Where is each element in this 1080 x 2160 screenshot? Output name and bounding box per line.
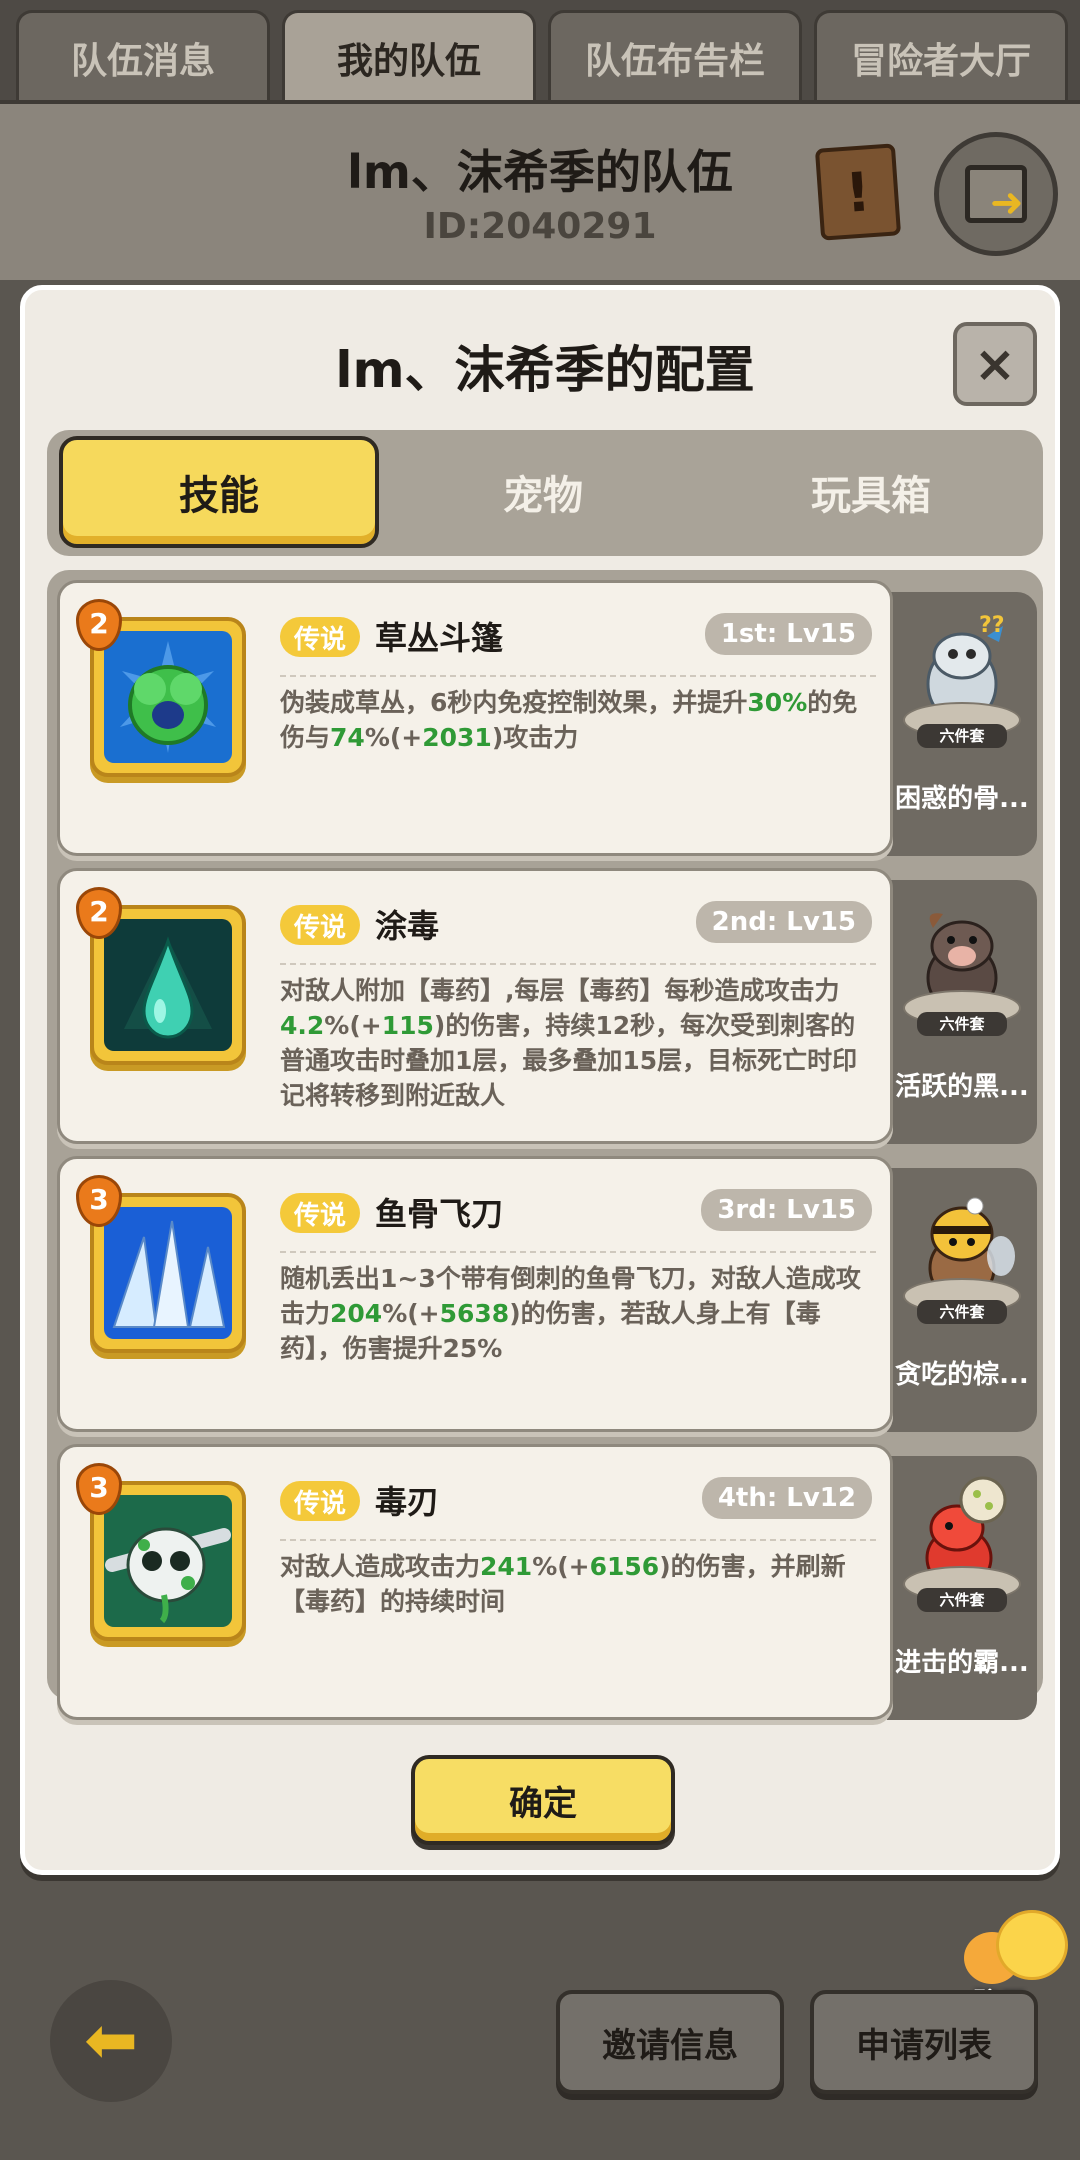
pet-card[interactable]: 六件套 进击的霸... xyxy=(887,1456,1037,1720)
segment-control: 技能 宠物 玩具箱 xyxy=(47,430,1043,556)
modal-title: lm、沫希季的配置 xyxy=(335,341,755,399)
skill-rank-badge: 3 xyxy=(76,1175,122,1227)
skill-bush-icon xyxy=(104,631,232,763)
pet-set-label: 六件套 xyxy=(917,1300,1007,1324)
skill-rank-badge: 2 xyxy=(76,887,122,939)
skill-card[interactable]: 3 传说 毒刃 4th: Lv12 对敌人造成攻击力241%(+6156)的伤害… xyxy=(57,1444,893,1720)
exit-button[interactable] xyxy=(934,132,1058,256)
tab-team-messages[interactable]: 队伍消息 xyxy=(16,10,270,102)
team-id: ID:2040291 xyxy=(423,206,657,247)
skill-name: 鱼骨飞刀 xyxy=(375,1195,504,1233)
rarity-tag: 传说 xyxy=(280,1481,361,1521)
notice-scroll-icon[interactable]: ! xyxy=(814,143,902,241)
skill-card[interactable]: 2 传说 涂毒 2nd: Lv15 对敌人附加【毒药】,每层【毒药】每秒造成攻击… xyxy=(57,868,893,1144)
segment-pets[interactable]: 宠物 xyxy=(383,436,703,548)
skill-rank-badge: 3 xyxy=(76,1463,122,1515)
exit-icon xyxy=(965,165,1027,226)
skill-row: 六件套 贪吃的棕... 3 传说 鱼骨飞刀 3rd: Lv15 随机丢出1~3个… xyxy=(57,1156,1037,1432)
skill-poison-skull-icon xyxy=(104,1495,232,1627)
back-button[interactable]: ⬅ xyxy=(50,1980,172,2102)
skill-slot-level: 3rd: Lv15 xyxy=(701,1189,872,1231)
divider xyxy=(280,1251,876,1253)
tab-team-bulletin[interactable]: 队伍布告栏 xyxy=(548,10,802,102)
skill-poison-drop-icon xyxy=(104,919,232,1051)
skill-card[interactable]: 2 传说 草丛斗篷 1st: Lv15 伪装成草丛，6秒内免疫控制效果，并提升3… xyxy=(57,580,893,856)
top-tab-bar: 队伍消息 我的队伍 队伍布告栏 冒险者大厅 xyxy=(0,0,1080,102)
skill-rank-badge: 2 xyxy=(76,599,122,651)
divider xyxy=(280,1539,876,1541)
skill-fishbone-icon xyxy=(104,1207,232,1339)
tab-my-team[interactable]: 我的队伍 xyxy=(282,10,536,102)
svg-text:??: ?? xyxy=(979,613,1005,638)
skill-description: 对敌人造成攻击力241%(+6156)的伤害，并刷新【毒药】的持续时间 xyxy=(280,1552,846,1616)
skill-card[interactable]: 3 传说 鱼骨飞刀 3rd: Lv15 随机丢出1~3个带有倒刺的鱼骨飞刀，对敌… xyxy=(57,1156,893,1432)
pet-name: 贪吃的棕... xyxy=(895,1360,1029,1390)
team-name: lm、沫希季的队伍 xyxy=(347,145,733,199)
rarity-tag: 传说 xyxy=(280,1193,361,1233)
skill-slot-level: 2nd: Lv15 xyxy=(695,901,872,943)
back-arrow-icon: ⬅ xyxy=(84,2004,138,2078)
pet-card[interactable]: 六件套 贪吃的棕... xyxy=(887,1168,1037,1432)
skill-name: 涂毒 xyxy=(375,907,440,945)
confirm-button[interactable]: 确定 xyxy=(411,1755,675,1845)
pet-set-label: 六件套 xyxy=(917,1012,1007,1036)
pet-set-label: 六件套 xyxy=(917,1588,1007,1612)
skill-list: ?? 六件套 困惑的骨... 2 传说 草丛斗篷 1st: Lv15 伪装成草丛… xyxy=(47,570,1043,1720)
pet-name: 进击的霸... xyxy=(895,1648,1029,1678)
skill-name: 毒刃 xyxy=(375,1483,440,1521)
team-header: lm、沫希季的队伍 ID:2040291 ! xyxy=(0,100,1080,280)
skill-name: 草丛斗篷 xyxy=(375,619,504,657)
apply-list-button[interactable]: 申请列表 xyxy=(810,1990,1038,2094)
skill-description: 伪装成草丛，6秒内免疫控制效果，并提升30%的免伤与74%(+2031)攻击力 xyxy=(280,688,858,752)
invite-info-button[interactable]: 邀请信息 xyxy=(556,1990,784,2094)
config-modal: lm、沫希季的配置 × 技能 宠物 玩具箱 ?? 六件套 困惑的骨... 2 传… xyxy=(20,285,1060,1875)
pet-name: 困惑的骨... xyxy=(895,784,1029,814)
rarity-tag: 传说 xyxy=(280,617,361,657)
divider xyxy=(280,675,876,677)
divider xyxy=(280,963,876,965)
skill-description: 随机丢出1~3个带有倒刺的鱼骨飞刀，对敌人造成攻击力204%(+5638)的伤害… xyxy=(280,1264,861,1363)
rarity-tag: 传说 xyxy=(280,905,361,945)
close-button[interactable]: × xyxy=(953,322,1037,406)
chat-face-icon xyxy=(996,1910,1068,1980)
pet-card[interactable]: 六件套 活跃的黑... xyxy=(887,880,1037,1144)
segment-toybox[interactable]: 玩具箱 xyxy=(711,436,1031,548)
skill-slot-level: 4th: Lv12 xyxy=(701,1477,872,1519)
close-icon: × xyxy=(974,335,1016,393)
pet-set-label: 六件套 xyxy=(917,724,1007,748)
skill-description: 对敌人附加【毒药】,每层【毒药】每秒造成攻击力4.2%(+115)的伤害，持续1… xyxy=(280,976,858,1110)
pet-card[interactable]: ?? 六件套 困惑的骨... xyxy=(887,592,1037,856)
pet-name: 活跃的黑... xyxy=(895,1072,1029,1102)
skill-row: ?? 六件套 困惑的骨... 2 传说 草丛斗篷 1st: Lv15 伪装成草丛… xyxy=(57,580,1037,856)
tab-adventurer-hall[interactable]: 冒险者大厅 xyxy=(814,10,1068,102)
skill-slot-level: 1st: Lv15 xyxy=(704,613,872,655)
skill-row: 六件套 进击的霸... 3 传说 毒刃 4th: Lv12 对敌人造成攻击力24… xyxy=(57,1444,1037,1720)
segment-skills[interactable]: 技能 xyxy=(59,436,379,548)
skill-row: 六件套 活跃的黑... 2 传说 涂毒 2nd: Lv15 对敌人附加【毒药】,… xyxy=(57,868,1037,1144)
